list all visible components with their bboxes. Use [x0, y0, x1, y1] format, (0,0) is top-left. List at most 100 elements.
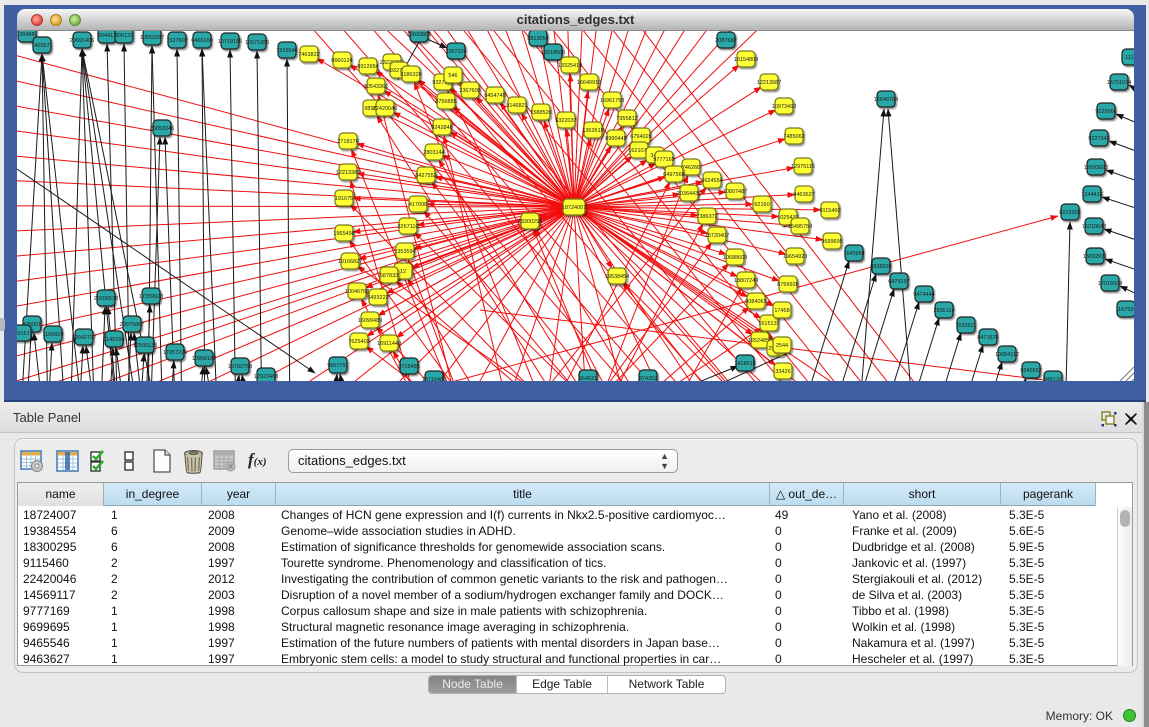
svg-text:964521: 964521: [579, 376, 597, 381]
svg-text:10543362: 10543362: [364, 84, 388, 90]
svg-text:5322037: 5322037: [555, 118, 576, 124]
svg-text:13325419: 13325419: [558, 63, 582, 69]
svg-text:8756885: 8756885: [435, 99, 456, 105]
svg-text:546: 546: [448, 73, 457, 79]
svg-text:1156829: 1156829: [42, 332, 63, 338]
svg-text:12: 12: [400, 269, 406, 275]
svg-text:19654923: 19654923: [783, 254, 807, 260]
svg-text:9474444: 9474444: [913, 292, 934, 298]
svg-text:6497568: 6497568: [663, 172, 684, 178]
svg-text:20206538: 20206538: [94, 296, 118, 302]
svg-text:1145194: 1145194: [103, 337, 124, 343]
svg-text:18724007: 18724007: [562, 205, 586, 211]
svg-text:62160: 62160: [754, 202, 769, 208]
svg-text:7485063: 7485063: [783, 134, 804, 140]
svg-text:16671355: 16671355: [245, 40, 269, 46]
svg-text:16154808: 16154808: [734, 57, 758, 63]
svg-text:9146821: 9146821: [506, 103, 527, 109]
svg-text:8813054: 8813054: [527, 36, 548, 42]
svg-text:10046768: 10046768: [345, 289, 369, 295]
svg-text:12975115: 12975115: [791, 164, 815, 170]
svg-text:15720407: 15720407: [705, 233, 729, 239]
svg-text:8756928: 8756928: [777, 282, 798, 288]
svg-text:2935114: 2935114: [933, 308, 954, 314]
svg-text:8215955: 8215955: [1059, 210, 1080, 216]
svg-text:19538454: 19538454: [605, 274, 629, 280]
svg-text:18807249: 18807249: [734, 278, 758, 284]
svg-text:8471676: 8471676: [977, 335, 998, 341]
svg-text:9699695: 9699695: [821, 239, 842, 245]
svg-text:16033809: 16033809: [407, 32, 431, 38]
svg-text:17016504: 17016504: [1098, 281, 1122, 287]
svg-text:1640954: 1640954: [843, 251, 864, 257]
svg-text:19166827: 19166827: [338, 259, 362, 265]
svg-text:8186328: 8186328: [400, 72, 421, 78]
svg-text:12923468: 12923468: [254, 374, 278, 380]
svg-text:2087682: 2087682: [715, 38, 736, 44]
svg-text:3624554: 3624554: [701, 178, 722, 184]
svg-text:7386372: 7386372: [696, 214, 717, 220]
svg-text:8454749: 8454749: [484, 93, 505, 99]
svg-text:16640910: 16640910: [577, 80, 601, 86]
svg-text:20053346: 20053346: [150, 126, 174, 132]
svg-text:1588520: 1588520: [530, 110, 551, 116]
svg-text:8660124: 8660124: [331, 58, 352, 64]
svg-text:12505135: 12505135: [133, 343, 157, 349]
svg-text:7625402: 7625402: [348, 339, 369, 345]
svg-text:20364436: 20364436: [677, 191, 701, 197]
svg-text:746266: 746266: [682, 165, 700, 171]
svg-text:20488: 20488: [19, 32, 34, 38]
svg-text:12213987: 12213987: [757, 80, 781, 86]
svg-text:20691406: 20691406: [70, 38, 94, 44]
svg-text:10807487: 10807487: [723, 189, 747, 195]
svg-text:904417: 904417: [98, 33, 116, 39]
svg-text:10654112: 10654112: [995, 352, 1019, 358]
svg-text:12093822: 12093822: [1084, 165, 1108, 171]
svg-text:3267110: 3267110: [397, 224, 418, 230]
svg-text:7357224: 7357224: [445, 49, 466, 55]
svg-text:39151: 39151: [17, 331, 30, 337]
svg-text:16648784: 16648784: [874, 97, 898, 103]
svg-text:10973493: 10973493: [772, 104, 796, 110]
svg-text:2544: 2544: [776, 343, 788, 349]
svg-text:17957225: 17957225: [163, 350, 187, 356]
svg-text:9716485: 9716485: [398, 364, 419, 370]
svg-text:12942737: 12942737: [72, 335, 96, 341]
svg-text:2718176: 2718176: [337, 139, 358, 145]
svg-text:7463822: 7463822: [298, 52, 319, 58]
svg-text:417008: 417008: [409, 202, 427, 208]
svg-text:7955812: 7955812: [616, 116, 637, 122]
svg-text:9777169: 9777169: [653, 157, 674, 163]
svg-text:9657791: 9657791: [327, 363, 348, 369]
svg-text:33426: 33426: [775, 369, 790, 375]
svg-text:1117: 1117: [1125, 55, 1134, 61]
svg-text:19218506: 19218506: [541, 50, 565, 56]
svg-text:15751074: 15751074: [1107, 80, 1131, 86]
svg-text:10958187: 10958187: [192, 356, 216, 362]
svg-text:6466160: 6466160: [191, 38, 212, 44]
svg-text:15495754: 15495754: [788, 224, 812, 230]
svg-text:16911449: 16911449: [377, 341, 401, 347]
svg-text:1965498: 1965498: [333, 231, 354, 237]
svg-text:10553287: 10553287: [140, 35, 164, 41]
svg-text:1405571: 1405571: [31, 43, 52, 49]
svg-text:16210643: 16210643: [1082, 224, 1106, 230]
svg-text:9084067: 9084067: [745, 299, 766, 305]
svg-text:8990448: 8990448: [605, 136, 626, 142]
svg-text:8427552: 8427552: [415, 173, 436, 179]
svg-text:7515546: 7515546: [276, 48, 297, 54]
svg-text:587833: 587833: [380, 273, 398, 279]
svg-text:1418614: 1418614: [734, 361, 755, 367]
svg-text:9129966: 9129966: [1095, 109, 1116, 115]
svg-text:2367608: 2367608: [459, 88, 480, 94]
svg-text:1527602: 1527602: [166, 38, 187, 44]
svg-text:6879197: 6879197: [888, 279, 909, 285]
svg-text:12213389: 12213389: [336, 170, 360, 176]
svg-text:10688609: 10688609: [723, 255, 747, 261]
svg-text:9115460: 9115460: [819, 208, 840, 214]
svg-text:15692971: 15692971: [1083, 254, 1107, 260]
svg-text:1615137: 1615137: [758, 321, 779, 327]
svg-text:9242848: 9242848: [431, 125, 452, 131]
svg-text:1353594: 1353594: [394, 249, 415, 255]
svg-text:5493222: 5493222: [367, 295, 388, 301]
